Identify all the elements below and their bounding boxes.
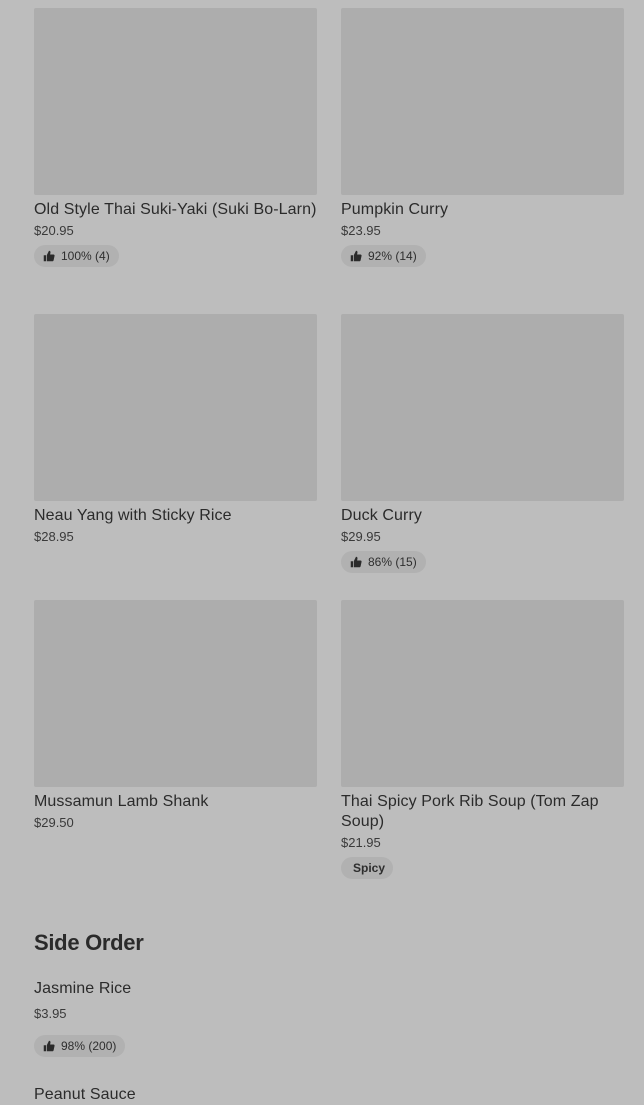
section-title: Side Order [34,930,144,955]
menu-item-card[interactable]: Pumpkin Curry $23.95 92% (14) [341,8,624,267]
item-price: $29.50 [34,815,74,830]
item-price: $28.95 [34,529,74,544]
item-name: Thai Spicy Pork Rib Soup (Tom Zap Soup) [341,793,599,830]
rating-badge: 100% (4) [34,245,119,267]
item-price: $20.95 [34,223,74,238]
spicy-tag: Spicy [341,857,394,879]
rating-text: 98% (200) [61,1039,117,1053]
menu-item-card[interactable]: Thai Spicy Pork Rib Soup (Tom Zap Soup) … [341,600,624,879]
rating-text: 92% (14) [368,249,417,263]
rating-badge: 92% (14) [341,245,426,267]
item-name: Neau Yang with Sticky Rice [34,507,232,524]
item-name: Old Style Thai Suki-Yaki (Suki Bo-Larn) [34,201,317,218]
item-image[interactable] [341,314,624,501]
item-image[interactable] [341,8,624,195]
item-price: $3.95 [34,1006,67,1021]
item-price: $23.95 [341,223,381,238]
item-name: Pumpkin Curry [341,201,449,218]
menu-item-card[interactable]: Old Style Thai Suki-Yaki (Suki Bo-Larn) … [34,8,317,267]
menu-item-card[interactable]: Neau Yang with Sticky Rice $28.95 [34,314,317,545]
rating-badge: 86% (15) [341,551,426,573]
thumbs-up-icon [350,556,362,568]
item-name: Jasmine Rice [34,980,132,997]
item-name: Duck Curry [341,507,423,524]
item-image[interactable] [34,600,317,787]
item-image[interactable] [341,600,624,787]
side-order-item[interactable]: Jasmine Rice $3.95 98% (200) [34,979,624,1057]
thumbs-up-icon [350,250,362,262]
rating-text: 100% (4) [61,249,110,263]
thumbs-up-icon [43,1040,55,1052]
item-image[interactable] [34,314,317,501]
item-name: Mussamun Lamb Shank [34,793,209,810]
item-image[interactable] [34,8,317,195]
menu-item-card[interactable]: Duck Curry $29.95 86% (15) [341,314,624,573]
menu-item-card[interactable]: Mussamun Lamb Shank $29.50 [34,600,317,831]
thumbs-up-icon [43,250,55,262]
item-price: $29.95 [341,529,381,544]
item-name: Peanut Sauce [34,1086,136,1103]
side-order-item[interactable]: Peanut Sauce [34,1085,624,1105]
rating-badge: 98% (200) [34,1035,126,1057]
item-price: $21.95 [341,835,381,850]
rating-text: 86% (15) [368,555,417,569]
